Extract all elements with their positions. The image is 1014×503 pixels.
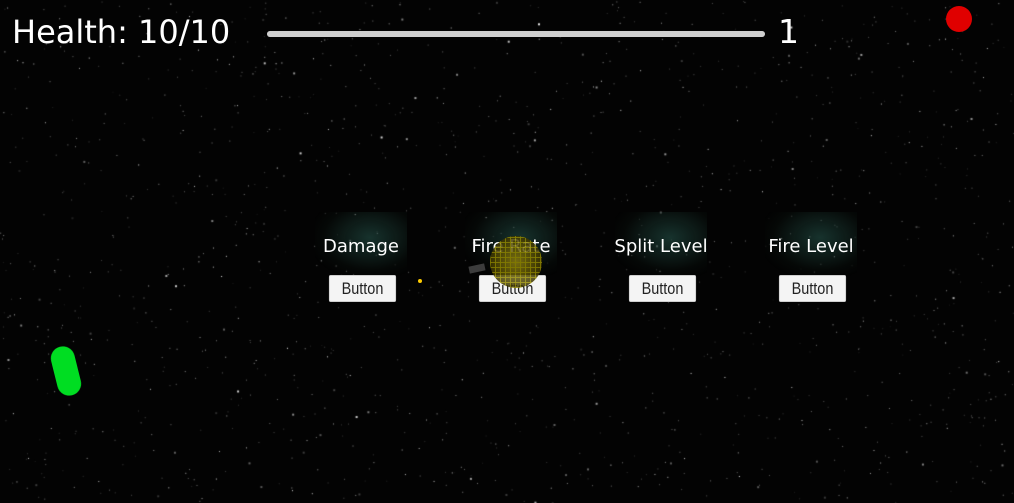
red-circle-icon [946,6,972,32]
upgrade-panel-split-level: Split Level Button [613,210,709,306]
upgrade-title-damage: Damage [323,236,399,257]
experience-progress-bar [267,31,765,37]
bullet-projectile [418,279,422,283]
upgrade-panel-fire-level: Fire Level Button [763,210,859,306]
level-counter: 1 [778,12,799,51]
upgrade-title-fire-level: Fire Level [768,236,854,257]
health-label: Health: 10/10 [12,13,231,51]
enemy-sphere [490,236,542,288]
upgrade-panel-damage: Damage Button [313,210,409,306]
experience-progress-fill [267,31,765,37]
upgrade-fire-level-button[interactable]: Button [778,275,847,302]
upgrade-damage-button[interactable]: Button [328,275,397,302]
upgrade-split-level-button[interactable]: Button [628,275,697,302]
upgrade-title-split-level: Split Level [614,236,708,257]
